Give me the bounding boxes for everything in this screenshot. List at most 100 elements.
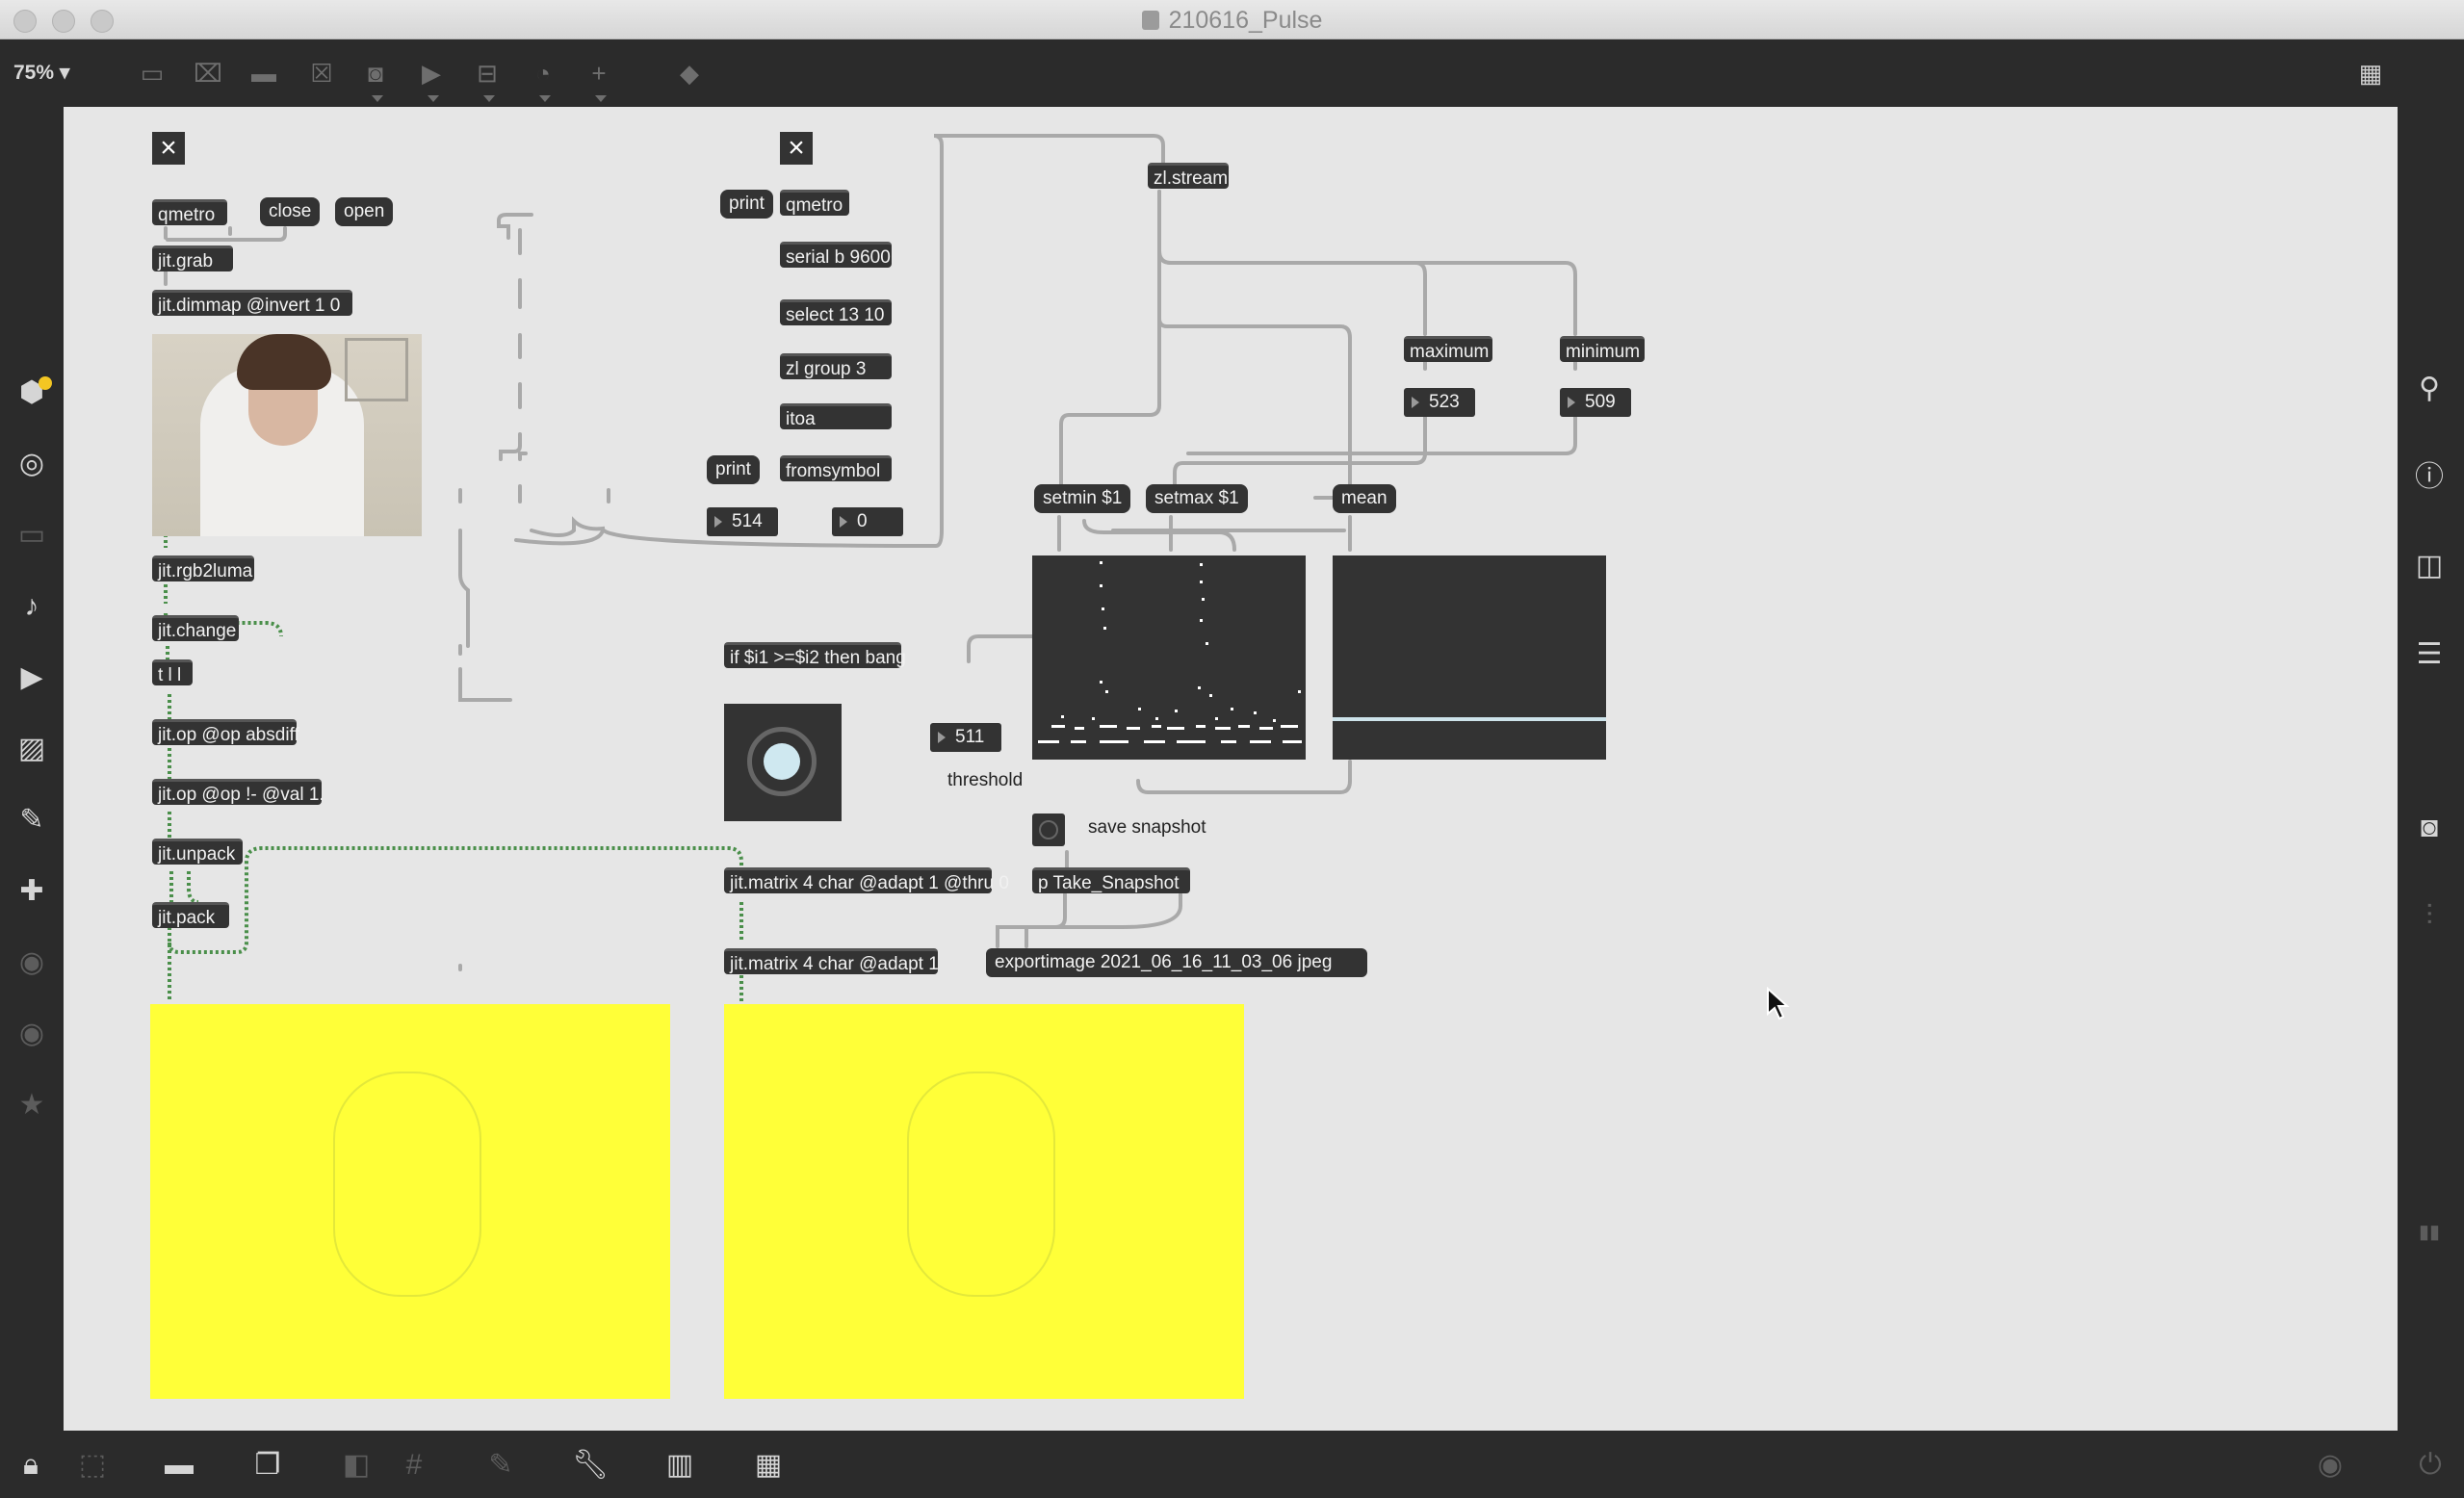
play-icon[interactable]: ◉ [2313,1448,2347,1483]
select-icon[interactable]: ⬚ [75,1448,110,1483]
video-preview [152,334,422,536]
bang-indicator [764,743,800,780]
jit-op-absdiff-object[interactable]: jit.op @op absdiff [152,719,299,745]
print-message-2[interactable]: print [707,455,760,484]
bottom-toolbar: 🔒︎ ⬚ ▬ ❐ ◧ # ✎ 🔧︎ ▥ ▦ ◉ ⏻ [0,1431,2464,1498]
vimeo-icon[interactable]: ◉ [13,944,50,981]
threshold-number-box[interactable]: 511 [930,723,1001,752]
info-icon[interactable]: ⓘ [2411,459,2448,496]
wrench-icon[interactable]: 🔧︎ [572,1448,609,1483]
close-window-button-2[interactable]: × [780,132,813,165]
plugin-icon[interactable]: ✚ [13,873,50,910]
number-box-509[interactable]: 509 [1560,388,1631,417]
slider-icon[interactable]: ⊟ [472,59,503,102]
exportimage-message[interactable]: exportimage 2021_06_16_11_03_06 jpeg [986,948,1367,977]
number-box-523[interactable]: 523 [1404,388,1475,417]
trigger-object[interactable]: t l l [152,659,193,685]
snapshot-icon[interactable]: ◙ [2411,810,2448,846]
jit-pwindow-left[interactable] [150,1004,670,1399]
if-object[interactable]: if $i1 >=$i2 then bang [724,642,906,668]
mean-message[interactable]: mean [1333,484,1396,513]
dial-icon[interactable]: ◔ [528,59,558,102]
number-icon[interactable]: ▶ [416,59,447,102]
lock-icon[interactable]: 🔒︎ [13,1448,48,1483]
notification-dot [39,376,52,390]
save-snapshot-button[interactable] [1032,814,1065,846]
pulse-scope-trace [1038,561,1302,743]
zl-group-object[interactable]: zl group 3 [780,353,892,379]
number-box-514[interactable]: 514 [707,507,778,536]
fromsymbol-object[interactable]: fromsymbol [780,455,892,481]
plus-icon[interactable]: + [584,59,614,102]
presentation-icon[interactable]: ▭ [137,59,168,88]
video-icon[interactable]: ▶ [13,659,50,696]
power-icon[interactable]: ⏻ [2413,1448,2448,1483]
grid-icon[interactable]: # [397,1448,431,1483]
jit-dimmap-object[interactable]: jit.dimmap @invert 1 0 [152,290,352,316]
setmax-message[interactable]: setmax $1 [1146,484,1248,513]
grid-icon[interactable]: ▦ [2355,59,2386,88]
window-title: 210616_Pulse [0,7,2464,35]
wall-frame [345,338,408,401]
face-outline-faint-2 [907,1072,1055,1297]
jit-unpack-object[interactable]: jit.unpack [152,839,243,865]
presentation-icon[interactable]: ▬ [162,1448,196,1483]
document-icon [1141,11,1159,30]
threshold-label: threshold [947,770,1024,790]
jit-pwindow-center[interactable] [724,1004,1244,1399]
comment-icon[interactable]: ▬ [248,59,279,88]
button-ring [1039,820,1058,839]
hide-icon[interactable]: ◧ [339,1448,374,1483]
jit-matrix-thru-object[interactable]: jit.matrix 4 char @adapt 1 @thru 0 [724,867,1009,893]
serial-object[interactable]: serial b 9600 [780,242,892,268]
select-object[interactable]: select 13 10 [780,299,892,325]
add-connection-icon[interactable]: ✎ [483,1448,518,1483]
title-bar: 210616_Pulse [0,0,2464,39]
open-message[interactable]: open [335,197,394,226]
setmin-message[interactable]: setmin $1 [1034,484,1131,513]
toggle-icon[interactable]: ◙ [360,59,391,102]
button-icon[interactable]: ☒ [306,59,337,88]
minimum-object[interactable]: minimum [1560,336,1645,362]
close-message[interactable]: close [260,197,321,226]
take-snapshot-subpatch[interactable]: p Take_Snapshot [1032,867,1190,893]
jit-op-subtract-object[interactable]: jit.op @op !- @val 1. [152,779,324,805]
search-icon[interactable]: ⚲ [2411,371,2448,407]
pulse-scope-display [1032,555,1306,760]
jit-rgb2luma-object[interactable]: jit.rgb2luma [152,555,254,581]
qmetro-object[interactable]: qmetro [152,199,227,225]
target-icon[interactable]: ◎ [13,446,50,482]
jit-pack-object[interactable]: jit.pack [152,902,229,928]
itoa-object[interactable]: itoa [780,403,892,429]
image-icon[interactable]: ▨ [13,731,50,767]
face-outline-faint [333,1072,481,1297]
mixer-icon[interactable]: ⫶ [2411,898,2448,935]
zl-stream-object[interactable]: zl.stream [1148,163,1229,189]
close-window-button[interactable]: × [152,132,185,165]
bang-button[interactable] [724,704,842,821]
piano-icon[interactable]: ▥ [662,1448,697,1483]
star-icon[interactable]: ★ [13,1087,50,1124]
person-hair [237,334,331,390]
jit-change-object[interactable]: jit.change [152,615,239,641]
patcher-canvas[interactable]: × qmetro close open jit.grab jit.dimmap … [64,107,2398,1431]
paint-bucket-icon[interactable]: ◆ [674,59,705,88]
keyboard-icon[interactable]: ▭ [13,517,50,554]
print-message[interactable]: print [720,190,773,219]
paperclip-icon[interactable]: ✎ [13,802,50,839]
maximum-object[interactable]: maximum [1404,336,1492,362]
music-note-icon[interactable]: ♪ [13,588,50,625]
columns-icon[interactable]: ◫ [2411,548,2448,584]
number-box-0[interactable]: 0 [832,507,903,536]
list-icon[interactable]: ☰ [2411,636,2448,673]
qmetro-object-2[interactable]: qmetro [780,190,849,216]
meter-icon: ▮▮ [2418,1222,2440,1243]
zoom-menu[interactable]: 75% ▾ [13,61,69,85]
brush-icon[interactable]: ◉ [13,1016,50,1052]
keyboard-icon[interactable]: ▦ [751,1448,786,1483]
jit-grab-object[interactable]: jit.grab [152,245,233,271]
layers-icon[interactable]: ❐ [250,1448,285,1483]
mouse-cursor-icon [1767,987,1790,1020]
jit-matrix-adapt-object[interactable]: jit.matrix 4 char @adapt 1 [724,948,939,974]
message-icon[interactable]: ⌧ [193,59,223,88]
